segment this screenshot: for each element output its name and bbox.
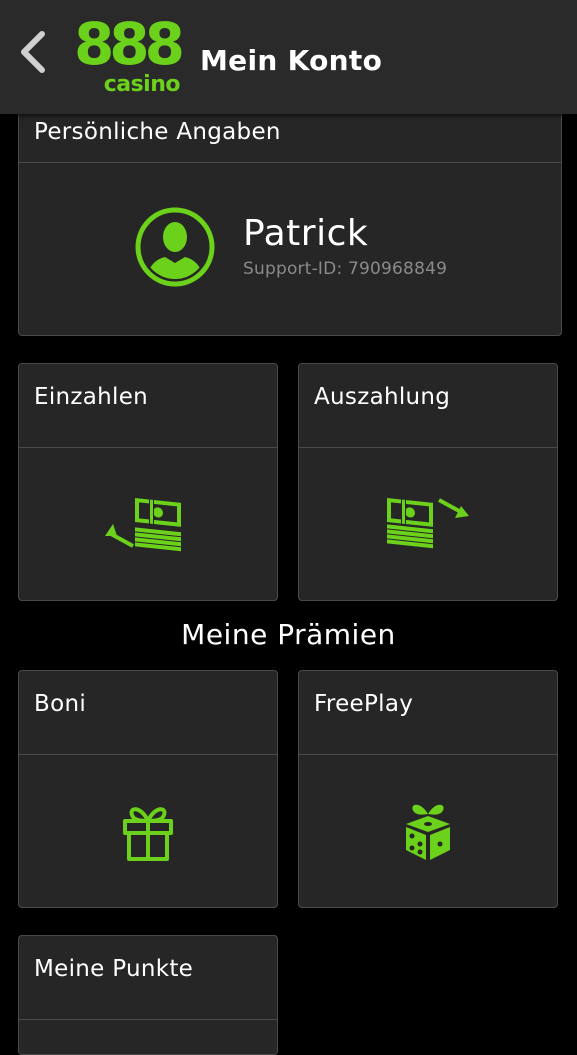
card-header: Meine Punkte <box>19 936 277 1020</box>
deposit-money-icon <box>105 497 181 552</box>
chevron-left-icon <box>21 31 45 73</box>
logo-number: 888 <box>73 10 185 78</box>
gift-dice-icon <box>406 804 450 860</box>
top-bar: 888 casino Mein Konto <box>0 0 577 114</box>
freeplay-body <box>299 755 557 907</box>
deposit-tile[interactable]: Einzahlen <box>18 363 278 601</box>
withdraw-body <box>299 448 557 600</box>
avatar-icon <box>135 207 215 287</box>
personal-details-label: Persönliche Angaben <box>34 119 281 145</box>
casino-logo[interactable]: 888 casino <box>72 10 185 98</box>
page-title: Mein Konto <box>200 44 383 77</box>
logo-word: casino <box>103 72 181 97</box>
freeplay-label: FreePlay <box>314 691 414 717</box>
back-button[interactable] <box>14 30 50 74</box>
bonus-tile[interactable]: Boni <box>18 670 278 908</box>
withdraw-tile[interactable]: Auszahlung <box>298 363 558 601</box>
points-label: Meine Punkte <box>34 956 194 982</box>
user-name: Patrick <box>243 213 369 254</box>
points-tile[interactable]: Meine Punkte <box>18 935 278 1055</box>
bonus-label: Boni <box>34 691 87 717</box>
gift-icon <box>123 807 173 861</box>
support-id: Support-ID: 790968849 <box>243 259 448 279</box>
card-header: Auszahlung <box>299 364 557 448</box>
rewards-section-title: Meine Prämien <box>181 618 396 651</box>
freeplay-tile[interactable]: FreePlay <box>298 670 558 908</box>
card-header: FreePlay <box>299 671 557 755</box>
card-header: Einzahlen <box>19 364 277 448</box>
bonus-body <box>19 755 277 907</box>
deposit-body <box>19 448 277 600</box>
card-header: Boni <box>19 671 277 755</box>
personal-details-card[interactable]: Persönliche Angaben Patrick Support-ID: … <box>18 90 562 336</box>
withdraw-label: Auszahlung <box>314 384 451 410</box>
withdraw-money-icon <box>387 497 469 549</box>
deposit-label: Einzahlen <box>34 384 149 410</box>
